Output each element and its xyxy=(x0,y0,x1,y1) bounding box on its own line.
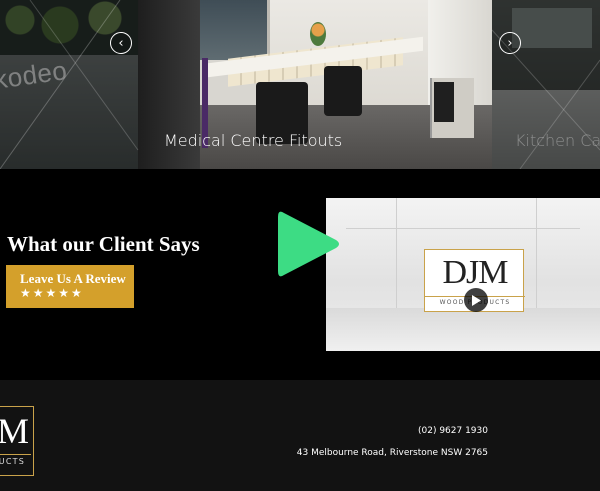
testimonials-heading: What our Client Says xyxy=(7,232,200,256)
footer-logo[interactable]: M UCTS xyxy=(0,406,34,476)
footer-address: 43 Melbourne Road, Riverstone NSW 2765 xyxy=(296,448,488,458)
video-frame-floor xyxy=(326,308,600,351)
slide-image-screen xyxy=(434,82,454,122)
star-rating-icon: ★★★★★ xyxy=(20,286,84,300)
leave-review-label: Leave Us A Review xyxy=(20,271,126,286)
footer-logo-rule xyxy=(0,454,31,455)
video-play-button[interactable] xyxy=(464,288,488,312)
projects-carousel: kodeo Medical Centre Fitouts Kitchen Ca … xyxy=(0,0,600,169)
chevron-left-icon: ‹ xyxy=(118,35,124,51)
slide-caption-next: Kitchen Ca xyxy=(515,131,600,150)
slide-overlay-left xyxy=(0,0,138,169)
video-frame-line xyxy=(396,198,397,308)
play-icon xyxy=(472,294,481,306)
leave-review-button[interactable]: Leave Us A Review ★★★★★ xyxy=(6,265,134,308)
video-logo-mark: DJM xyxy=(442,254,508,291)
slide-image-plant xyxy=(310,22,326,46)
chevron-right-icon: › xyxy=(507,35,513,51)
footer-phone-link[interactable]: (02) 9627 1930 xyxy=(418,426,488,436)
video-frame-line xyxy=(346,228,580,229)
slide-image-window xyxy=(200,0,270,60)
video-frame-line xyxy=(536,198,537,308)
slide-image-chair xyxy=(324,66,362,116)
carousel-prev-button[interactable]: ‹ xyxy=(110,32,132,54)
footer-logo-brand: UCTS xyxy=(0,457,25,466)
testimonials-section: What our Client Says Leave Us A Review ★… xyxy=(0,169,600,380)
slide-caption-active[interactable]: Medical Centre Fitouts xyxy=(164,131,342,150)
testimonial-video[interactable]: DJM WOOD PRODUCTS xyxy=(326,198,600,351)
play-icon[interactable] xyxy=(276,209,342,279)
carousel-next-button[interactable]: › xyxy=(499,32,521,54)
footer-logo-mark: M xyxy=(0,411,29,451)
site-footer: M UCTS (02) 9627 1930 43 Melbourne Road,… xyxy=(0,380,600,491)
